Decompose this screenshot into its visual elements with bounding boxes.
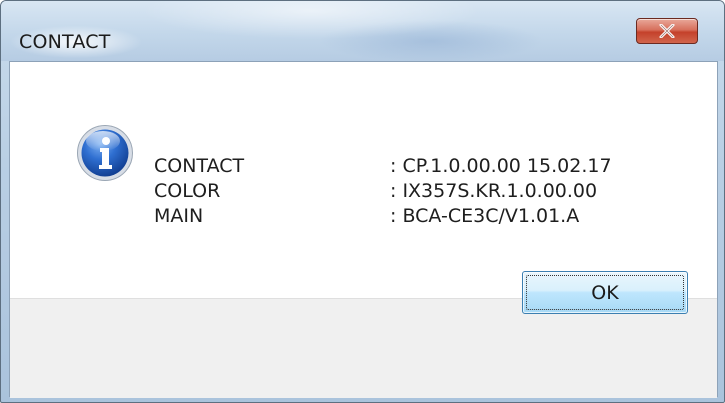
ok-button-label: OK [591,281,619,304]
window-title: CONTACT [19,31,111,53]
contact-value: : CP.1.0.00.00 15.02.17 [390,155,612,177]
color-label: COLOR [154,180,221,202]
main-label: MAIN [154,205,204,227]
main-value: : BCA-CE3C/V1.01.A [390,205,580,227]
title-bar[interactable]: CONTACT [1,1,724,61]
message-dialog-window: CONTACT CONTACT: CP.1.0.00.00 15.02.17 … [0,0,725,403]
close-x-icon [659,24,675,38]
message-content: CONTACT : CP.1.0.00.00 15.02.17 COLOR : … [10,62,717,298]
ok-button[interactable]: OK [522,271,688,314]
dialog-client-area: CONTACT : CP.1.0.00.00 15.02.17 COLOR : … [9,61,718,398]
close-button[interactable] [636,18,698,44]
color-value: : IX357S.KR.1.0.00.00 [390,180,598,202]
info-icon [77,125,133,181]
contact-label: CONTACT [154,155,245,177]
